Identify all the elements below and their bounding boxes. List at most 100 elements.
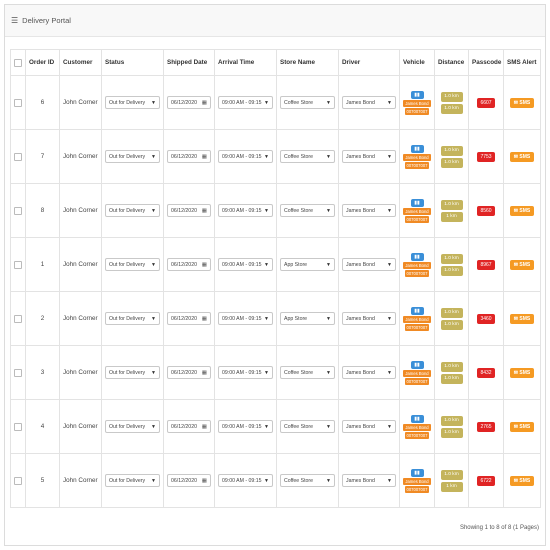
shipped-date-input[interactable]: 06/12/2020 ▦ <box>167 258 211 271</box>
truck-icon[interactable]: ▮▮ <box>410 360 424 369</box>
store-select[interactable]: App Store ▼ <box>280 258 335 271</box>
truck-icon[interactable]: ▮▮ <box>410 90 424 99</box>
sms-alert-button[interactable]: ✉ SMS <box>509 151 535 162</box>
sms-alert-button[interactable]: ✉ SMS <box>509 421 535 432</box>
sms-alert-button[interactable]: ✉ SMS <box>509 205 535 216</box>
col-header-sms-alert[interactable]: SMS Alert <box>503 49 541 76</box>
truck-icon[interactable]: ▮▮ <box>410 252 424 261</box>
sms-alert-button[interactable]: ✉ SMS <box>509 475 535 486</box>
row-checkbox[interactable] <box>14 206 22 215</box>
calendar-icon[interactable]: ▦ <box>202 424 207 430</box>
row-checkbox[interactable] <box>14 422 22 431</box>
arrival-time-select[interactable]: 09:00 AM - 09:15 ▼ <box>218 258 273 271</box>
status-select[interactable]: Out for Delivery ▼ <box>105 258 160 271</box>
arrival-time-select[interactable]: 09:00 AM - 09:15 ▼ <box>218 366 273 379</box>
store-name-cell: Coffee Store ▼ <box>276 399 339 454</box>
arrival-time-select[interactable]: 09:00 AM - 09:15 ▼ <box>218 312 273 325</box>
vehicle-info: ▮▮ James Bond 007007007 <box>403 252 431 277</box>
row-checkbox[interactable] <box>14 314 22 323</box>
truck-icon[interactable]: ▮▮ <box>410 306 424 315</box>
driver-select[interactable]: James Bond ▼ <box>342 312 396 325</box>
col-header-status[interactable]: Status <box>101 49 164 76</box>
select-all-checkbox[interactable] <box>14 58 22 67</box>
table-row: 4 John Corner Out for Delivery ▼ 06/12/20… <box>10 399 541 454</box>
sms-alert-button[interactable]: ✉ SMS <box>509 367 535 378</box>
col-header-store-name[interactable]: Store Name <box>276 49 339 76</box>
store-select[interactable]: Coffee Store ▼ <box>280 204 335 217</box>
customer-cell: John Corner <box>59 75 102 130</box>
store-select[interactable]: Coffee Store ▼ <box>280 96 335 109</box>
truck-icon[interactable]: ▮▮ <box>410 414 424 423</box>
calendar-icon[interactable]: ▦ <box>202 370 207 376</box>
shipped-date-input[interactable]: 06/12/2020 ▦ <box>167 204 211 217</box>
arrival-time-select[interactable]: 09:00 AM - 09:15 ▼ <box>218 96 273 109</box>
arrival-time-select[interactable]: 09:00 AM - 09:15 ▼ <box>218 150 273 163</box>
sms-alert-button[interactable]: ✉ SMS <box>509 313 535 324</box>
status-select[interactable]: Out for Delivery ▼ <box>105 366 160 379</box>
status-select[interactable]: Out for Delivery ▼ <box>105 204 160 217</box>
row-checkbox[interactable] <box>14 98 22 107</box>
shipped-date-value: 06/12/2020 <box>171 261 197 268</box>
col-header-shipped-date[interactable]: Shipped Date <box>163 49 215 76</box>
driver-select[interactable]: James Bond ▼ <box>342 420 396 433</box>
sms-alert-button[interactable]: ✉ SMS <box>509 259 535 270</box>
calendar-icon[interactable]: ▦ <box>202 316 207 322</box>
status-select[interactable]: Out for Delivery ▼ <box>105 150 160 163</box>
shipped-date-input[interactable]: 06/12/2020 ▦ <box>167 96 211 109</box>
store-select[interactable]: Coffee Store ▼ <box>280 474 335 487</box>
store-select[interactable]: Coffee Store ▼ <box>280 420 335 433</box>
driver-select[interactable]: James Bond ▼ <box>342 150 396 163</box>
store-select[interactable]: Coffee Store ▼ <box>280 150 335 163</box>
driver-select[interactable]: James Bond ▼ <box>342 96 396 109</box>
arrival-time-select[interactable]: 09:00 AM - 09:15 ▼ <box>218 474 273 487</box>
store-name-cell: Coffee Store ▼ <box>276 129 339 184</box>
driver-select[interactable]: James Bond ▼ <box>342 474 396 487</box>
sms-alert-button[interactable]: ✉ SMS <box>509 97 535 108</box>
distance-badge: 1.0 km <box>440 319 463 330</box>
calendar-icon[interactable]: ▦ <box>202 208 207 214</box>
shipped-date-input[interactable]: 06/12/2020 ▦ <box>167 312 211 325</box>
shipped-date-cell: 06/12/2020 ▦ <box>163 237 215 292</box>
truck-icon[interactable]: ▮▮ <box>410 144 424 153</box>
arrival-time-select[interactable]: 09:00 AM - 09:15 ▼ <box>218 204 273 217</box>
row-checkbox[interactable] <box>14 260 22 269</box>
shipped-date-input[interactable]: 06/12/2020 ▦ <box>167 420 211 433</box>
chevron-down-icon: ▼ <box>387 423 392 430</box>
shipped-date-input[interactable]: 06/12/2020 ▦ <box>167 474 211 487</box>
col-header-distance[interactable]: Distance <box>434 49 469 76</box>
row-checkbox[interactable] <box>14 368 22 377</box>
col-header-driver[interactable]: Driver <box>338 49 400 76</box>
distance-badge: 1.0 km <box>440 361 463 372</box>
vehicle-cell: ▮▮ James Bond 007007007 <box>399 129 435 184</box>
calendar-icon[interactable]: ▦ <box>202 154 207 160</box>
status-select[interactable]: Out for Delivery ▼ <box>105 474 160 487</box>
status-select[interactable]: Out for Delivery ▼ <box>105 96 160 109</box>
passcode-cell: 8432 <box>468 345 504 400</box>
col-header-customer[interactable]: Customer <box>59 49 102 76</box>
select-all-header[interactable] <box>10 49 26 76</box>
driver-select[interactable]: James Bond ▼ <box>342 204 396 217</box>
col-header-arrival-time[interactable]: Arrival Time <box>214 49 277 76</box>
shipped-date-input[interactable]: 06/12/2020 ▦ <box>167 366 211 379</box>
driver-select[interactable]: James Bond ▼ <box>342 366 396 379</box>
store-select[interactable]: Coffee Store ▼ <box>280 366 335 379</box>
truck-icon[interactable]: ▮▮ <box>410 198 424 207</box>
row-checkbox[interactable] <box>14 476 22 485</box>
calendar-icon[interactable]: ▦ <box>202 262 207 268</box>
status-select[interactable]: Out for Delivery ▼ <box>105 420 160 433</box>
store-select[interactable]: App Store ▼ <box>280 312 335 325</box>
calendar-icon[interactable]: ▦ <box>202 100 207 106</box>
distance-badge: 1.0 km <box>440 427 463 438</box>
row-checkbox[interactable] <box>14 152 22 161</box>
calendar-icon[interactable]: ▦ <box>202 478 207 484</box>
col-header-vehicle[interactable]: Vehicle <box>399 49 435 76</box>
truck-icon[interactable]: ▮▮ <box>410 468 424 477</box>
chevron-down-icon: ▼ <box>264 369 269 376</box>
row-select-cell <box>10 399 26 454</box>
status-select[interactable]: Out for Delivery ▼ <box>105 312 160 325</box>
driver-select[interactable]: James Bond ▼ <box>342 258 396 271</box>
shipped-date-input[interactable]: 06/12/2020 ▦ <box>167 150 211 163</box>
col-header-passcode[interactable]: Passcode <box>468 49 504 76</box>
col-header-order-id[interactable]: Order ID <box>25 49 60 76</box>
arrival-time-select[interactable]: 09:00 AM - 09:15 ▼ <box>218 420 273 433</box>
